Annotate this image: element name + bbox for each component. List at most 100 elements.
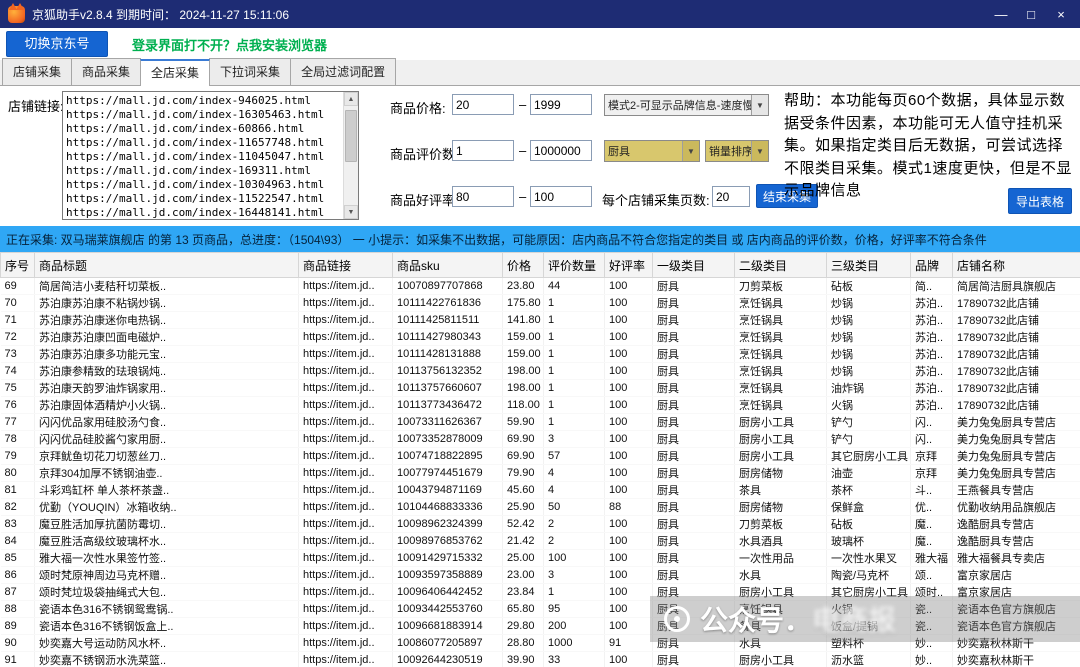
rating-max-input[interactable] [530, 186, 592, 207]
column-header[interactable]: 商品标题 [35, 253, 299, 278]
title-bar: 京狐助手v2.8.4 到期时间： 2024-11-27 15:11:06 — □… [0, 0, 1080, 28]
tab-dropdown-word-collect[interactable]: 下拉词采集 [209, 58, 291, 85]
table-cell: 厨具 [653, 397, 735, 414]
table-cell: 美力兔兔厨具专营店 [953, 448, 1080, 465]
column-header[interactable]: 商品sku [393, 253, 503, 278]
table-cell: 69.90 [503, 431, 544, 448]
table-cell: 瓷.. [911, 601, 953, 618]
table-row[interactable]: 82优勤（YOUQIN）冰箱收纳..https://item.jd..10104… [1, 499, 1080, 516]
table-cell: 厨房小工具 [735, 414, 827, 431]
column-header[interactable]: 序号 [1, 253, 35, 278]
table-cell: 美力兔兔厨具专营店 [953, 465, 1080, 482]
column-header[interactable]: 店铺名称 [953, 253, 1080, 278]
scroll-down-icon[interactable]: ▼ [344, 205, 358, 219]
tab-global-filter-config[interactable]: 全局过滤词配置 [290, 58, 396, 85]
switch-jd-account-button[interactable]: 切换京东号 [6, 31, 108, 57]
table-cell: 159.00 [503, 346, 544, 363]
table-cell: 23.80 [503, 278, 544, 295]
column-header[interactable]: 商品链接 [299, 253, 393, 278]
tab-product-collect[interactable]: 商品采集 [71, 58, 141, 85]
table-cell: 77 [1, 414, 35, 431]
table-cell: 闪闪优品硅胶酱勺家用厨.. [35, 431, 299, 448]
table-cell: 砧板 [827, 516, 911, 533]
table-cell: 厨具 [653, 278, 735, 295]
install-browser-link[interactable]: 登录界面打不开？点我安装浏览器 [132, 35, 327, 54]
table-row[interactable]: 74苏泊康参精致的珐琅锅炖..https://item.jd..10113756… [1, 363, 1080, 380]
maximize-button[interactable]: □ [1016, 2, 1046, 26]
scroll-up-icon[interactable]: ▲ [344, 92, 358, 106]
table-row[interactable]: 83魔豆胜活加厚抗菌防霉切..https://item.jd..10098962… [1, 516, 1080, 533]
table-cell: 苏泊.. [911, 346, 953, 363]
table-cell: https://item.jd.. [299, 465, 393, 482]
column-header[interactable]: 好评率 [605, 253, 653, 278]
table-cell: 23.00 [503, 567, 544, 584]
column-header[interactable]: 三级类目 [827, 253, 911, 278]
shop-link-url: https://mall.jd.com/index-16305463.html [66, 108, 341, 122]
table-row[interactable]: 69简居简洁小麦秸秆切菜板..https://item.jd..10070897… [1, 278, 1080, 295]
table-row[interactable]: 77闪闪优品家用硅胶汤勺食..https://item.jd..10073311… [1, 414, 1080, 431]
review-min-input[interactable] [452, 140, 514, 161]
table-row[interactable]: 78闪闪优品硅胶酱勺家用厨..https://item.jd..10073352… [1, 431, 1080, 448]
table-row[interactable]: 86颂时梵原神周边马克杯赠..https://item.jd..10093597… [1, 567, 1080, 584]
table-cell: 1 [544, 312, 605, 329]
table-cell: 10070897707868 [393, 278, 503, 295]
table-row[interactable]: 80京拜304加厚不锈钢油壶..https://item.jd..1007797… [1, 465, 1080, 482]
table-row[interactable]: 71苏泊康苏泊康迷你电热锅..https://item.jd..10111425… [1, 312, 1080, 329]
links-scrollbar[interactable]: ▲ ▼ [343, 92, 358, 219]
table-cell: 2 [544, 516, 605, 533]
category-select[interactable]: 厨具 ▼ [604, 140, 700, 162]
table-cell: 100 [605, 295, 653, 312]
rating-min-input[interactable] [452, 186, 514, 207]
table-cell: https://item.jd.. [299, 380, 393, 397]
column-header[interactable]: 二级类目 [735, 253, 827, 278]
table-cell: 17890732此店铺 [953, 363, 1080, 380]
column-header[interactable]: 评价数量 [544, 253, 605, 278]
price-min-input[interactable] [452, 94, 514, 115]
tab-shop-collect[interactable]: 店铺采集 [2, 58, 72, 85]
table-cell: https://item.jd.. [299, 533, 393, 550]
table-row[interactable]: 84魔豆胜活高级纹玻璃杯水..https://item.jd..10098976… [1, 533, 1080, 550]
scrollbar-thumb[interactable] [345, 110, 357, 162]
pages-per-shop-input[interactable] [712, 186, 750, 207]
table-cell: 100 [605, 601, 653, 618]
table-cell: https://item.jd.. [299, 584, 393, 601]
tab-whole-store-collect[interactable]: 全店采集 [140, 59, 210, 86]
table-row[interactable]: 70苏泊康苏泊康不粘锅炒锅..https://item.jd..10111422… [1, 295, 1080, 312]
quick-toolbar: 切换京东号 登录界面打不开？点我安装浏览器 [0, 28, 1080, 60]
shop-links-input[interactable]: https://mall.jd.com/index-946025.htmlhtt… [62, 91, 359, 220]
table-row[interactable]: 76苏泊康固体酒精炉小火锅..https://item.jd..10113773… [1, 397, 1080, 414]
table-row[interactable]: 88瓷语本色316不锈钢鸳鸯锅..https://item.jd..100934… [1, 601, 1080, 618]
table-cell: 45.60 [503, 482, 544, 499]
shop-link-url: https://mall.jd.com/index-11522547.html [66, 192, 341, 206]
table-cell: 厨具 [653, 448, 735, 465]
table-row[interactable]: 91妙奕嘉不锈钢沥水洗菜篮..https://item.jd..10092644… [1, 652, 1080, 667]
price-max-input[interactable] [530, 94, 592, 115]
table-cell: 87 [1, 584, 35, 601]
sort-select[interactable]: 销量排序 ▼ [705, 140, 769, 162]
minimize-button[interactable]: — [986, 2, 1016, 26]
table-row[interactable]: 87颂时梵垃圾袋抽绳式大包..https://item.jd..10096406… [1, 584, 1080, 601]
table-row[interactable]: 85雅大福一次性水果签竹签..https://item.jd..10091429… [1, 550, 1080, 567]
table-row[interactable]: 90妙奕嘉大号运动防风水杯..https://item.jd..10086077… [1, 635, 1080, 652]
table-cell: 159.00 [503, 329, 544, 346]
table-row[interactable]: 73苏泊康苏泊康多功能元宝..https://item.jd..10111428… [1, 346, 1080, 363]
review-max-input[interactable] [530, 140, 592, 161]
table-cell: 美力兔兔厨具专营店 [953, 414, 1080, 431]
shop-link-url: https://mall.jd.com/index-11657748.html [66, 136, 341, 150]
close-button[interactable]: × [1046, 2, 1076, 26]
table-row[interactable]: 81斗彩鸡缸杯 单人茶杯茶盏..https://item.jd..1004379… [1, 482, 1080, 499]
table-cell: 瓷.. [911, 618, 953, 635]
column-header[interactable]: 价格 [503, 253, 544, 278]
table-cell: 39.90 [503, 652, 544, 667]
table-row[interactable]: 75苏泊康天韵罗油炸锅家用..https://item.jd..10113757… [1, 380, 1080, 397]
table-row[interactable]: 72苏泊康苏泊康凹面电磁炉..https://item.jd..10111427… [1, 329, 1080, 346]
table-cell: 其它厨房小工具 [827, 584, 911, 601]
column-header[interactable]: 品牌 [911, 253, 953, 278]
column-header[interactable]: 一级类目 [653, 253, 735, 278]
table-row[interactable]: 89瓷语本色316不锈钢饭盒上..https://item.jd..100966… [1, 618, 1080, 635]
table-row[interactable]: 79京拜鱿鱼切花刀切葱丝刀..https://item.jd..10074718… [1, 448, 1080, 465]
table-cell: 铲勺 [827, 414, 911, 431]
mode-select[interactable]: 模式2-可显示品牌信息-速度慢 ▼ [604, 94, 769, 116]
table-cell: 沥水篮 [827, 652, 911, 667]
table-cell: 魔豆胜活加厚抗菌防霉切.. [35, 516, 299, 533]
